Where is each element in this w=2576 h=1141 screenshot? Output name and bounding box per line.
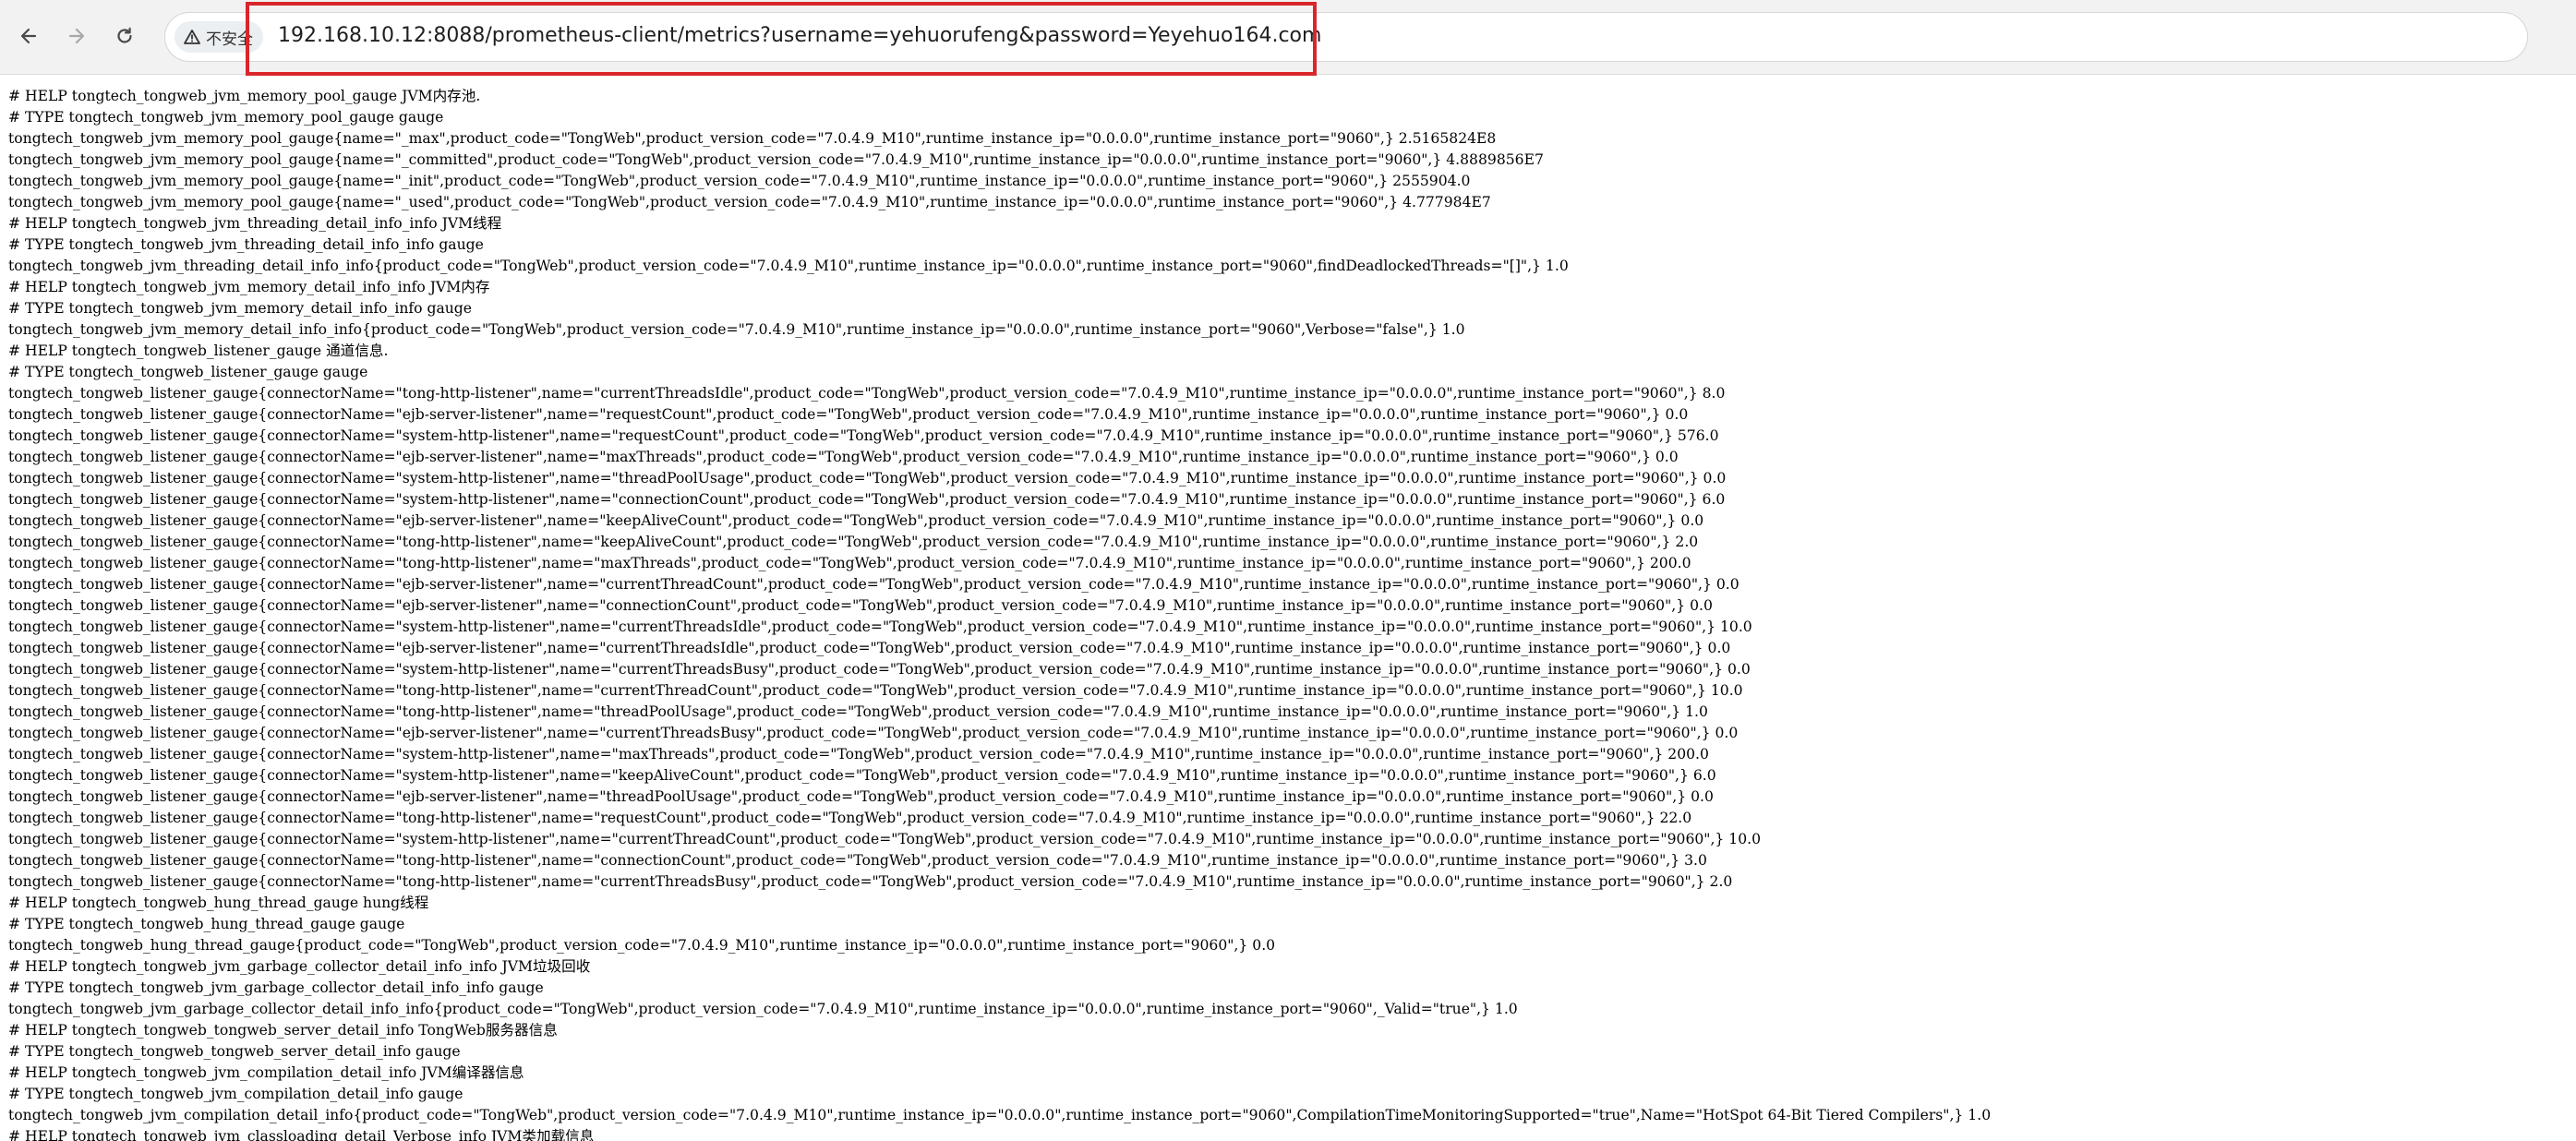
url-text[interactable]: 192.168.10.12:8088/prometheus-client/met…: [278, 24, 1321, 47]
metrics-line: tongtech_tongweb_listener_gauge{connecto…: [8, 491, 1726, 508]
metrics-line: # HELP tongtech_tongweb_tongweb_server_d…: [8, 1022, 558, 1039]
arrow-left-icon: [20, 28, 37, 44]
metrics-line: tongtech_tongweb_listener_gauge{connecto…: [8, 619, 1752, 635]
metrics-line: tongtech_tongweb_listener_gauge{connecto…: [8, 873, 1733, 890]
metrics-line: tongtech_tongweb_listener_gauge{connecto…: [8, 682, 1743, 699]
metrics-line: tongtech_tongweb_listener_gauge{connecto…: [8, 725, 1739, 741]
metrics-line: tongtech_tongweb_jvm_memory_pool_gauge{n…: [8, 173, 1471, 189]
metrics-line: # HELP tongtech_tongweb_hung_thread_gaug…: [8, 895, 429, 911]
metrics-line: tongtech_tongweb_listener_gauge{connecto…: [8, 555, 1691, 571]
back-button[interactable]: [13, 20, 44, 52]
metrics-line: tongtech_tongweb_listener_gauge{connecto…: [8, 576, 1739, 593]
metrics-line: # HELP tongtech_tongweb_jvm_memory_detai…: [8, 279, 490, 295]
reload-button[interactable]: [109, 20, 140, 52]
metrics-line: tongtech_tongweb_hung_thread_gauge{produ…: [8, 937, 1276, 954]
metrics-line: # HELP tongtech_tongweb_jvm_classloading…: [8, 1128, 595, 1141]
metrics-line: tongtech_tongweb_listener_gauge{connecto…: [8, 597, 1713, 614]
metrics-line: tongtech_tongweb_listener_gauge{connecto…: [8, 767, 1716, 784]
metrics-line: tongtech_tongweb_jvm_memory_pool_gauge{n…: [8, 130, 1497, 147]
arrow-right-icon: [68, 28, 85, 44]
metrics-line: # HELP tongtech_tongweb_jvm_memory_pool_…: [8, 88, 481, 104]
warning-triangle-icon: [184, 30, 200, 44]
metrics-line: # TYPE tongtech_tongweb_listener_gauge g…: [8, 364, 368, 380]
metrics-line: tongtech_tongweb_listener_gauge{connecto…: [8, 661, 1751, 678]
forward-button[interactable]: [61, 20, 92, 52]
metrics-line: # TYPE tongtech_tongweb_jvm_compilation_…: [8, 1086, 463, 1102]
metrics-line: # TYPE tongtech_tongweb_jvm_memory_pool_…: [8, 109, 444, 126]
metrics-line: tongtech_tongweb_jvm_memory_detail_info_…: [8, 321, 1465, 338]
metrics-line: # TYPE tongtech_tongweb_hung_thread_gaug…: [8, 916, 405, 932]
metrics-line: # HELP tongtech_tongweb_jvm_compilation_…: [8, 1064, 524, 1081]
metrics-line: tongtech_tongweb_listener_gauge{connecto…: [8, 640, 1731, 656]
metrics-line: tongtech_tongweb_listener_gauge{connecto…: [8, 831, 1762, 847]
security-chip[interactable]: 不安全: [175, 21, 263, 53]
metrics-line: # HELP tongtech_tongweb_listener_gauge 通…: [8, 342, 389, 359]
browser-toolbar: 不安全 192.168.10.12:8088/prometheus-client…: [0, 0, 2576, 75]
metrics-line: tongtech_tongweb_jvm_threading_detail_in…: [8, 258, 1569, 274]
metrics-text-content: # HELP tongtech_tongweb_jvm_memory_pool_…: [8, 86, 2566, 1141]
metrics-line: # TYPE tongtech_tongweb_jvm_garbage_coll…: [8, 979, 544, 996]
metrics-line: tongtech_tongweb_listener_gauge{connecto…: [8, 449, 1679, 465]
security-label: 不安全: [206, 30, 253, 49]
metrics-line: tongtech_tongweb_listener_gauge{connecto…: [8, 852, 1707, 869]
metrics-line: # HELP tongtech_tongweb_jvm_threading_de…: [8, 215, 502, 232]
metrics-line: # TYPE tongtech_tongweb_jvm_threading_de…: [8, 236, 484, 253]
address-bar[interactable]: 不安全 192.168.10.12:8088/prometheus-client…: [164, 12, 2528, 62]
metrics-line: tongtech_tongweb_jvm_memory_pool_gauge{n…: [8, 151, 1544, 168]
metrics-line: tongtech_tongweb_listener_gauge{connecto…: [8, 427, 1719, 444]
metrics-line: tongtech_tongweb_listener_gauge{connecto…: [8, 810, 1692, 826]
metrics-line: tongtech_tongweb_listener_gauge{connecto…: [8, 746, 1709, 763]
metrics-line: tongtech_tongweb_listener_gauge{connecto…: [8, 406, 1689, 423]
metrics-line: tongtech_tongweb_listener_gauge{connecto…: [8, 512, 1704, 529]
metrics-line: tongtech_tongweb_listener_gauge{connecto…: [8, 703, 1708, 720]
metrics-line: # TYPE tongtech_tongweb_jvm_memory_detai…: [8, 300, 473, 317]
metrics-line: # HELP tongtech_tongweb_jvm_garbage_coll…: [8, 958, 591, 975]
metrics-line: tongtech_tongweb_listener_gauge{connecto…: [8, 534, 1699, 550]
metrics-line: tongtech_tongweb_listener_gauge{connecto…: [8, 385, 1726, 402]
metrics-line: tongtech_tongweb_jvm_compilation_detail_…: [8, 1107, 1992, 1123]
metrics-line: tongtech_tongweb_listener_gauge{connecto…: [8, 788, 1714, 805]
metrics-line: # TYPE tongtech_tongweb_tongweb_server_d…: [8, 1043, 461, 1060]
reload-icon: [117, 27, 132, 43]
metrics-line: tongtech_tongweb_jvm_garbage_collector_d…: [8, 1001, 1518, 1017]
metrics-line: tongtech_tongweb_listener_gauge{connecto…: [8, 470, 1727, 486]
metrics-line: tongtech_tongweb_jvm_memory_pool_gauge{n…: [8, 194, 1491, 210]
